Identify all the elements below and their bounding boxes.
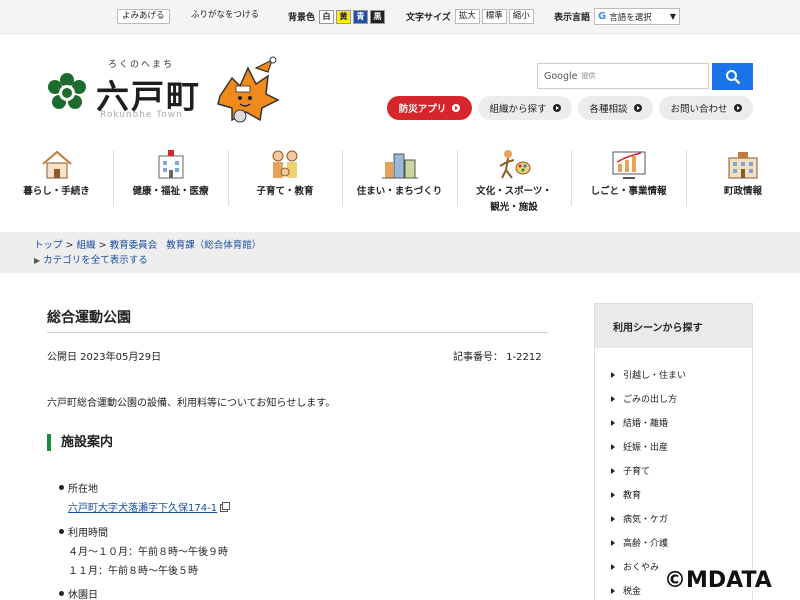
- disaster-app-button[interactable]: 防災アプリ: [387, 96, 472, 120]
- section-heading: 施設案内: [47, 434, 113, 451]
- breadcrumb-dept-link[interactable]: 教育課（総合体育館）: [166, 240, 261, 251]
- scene-search-sidebar: 利用シーンから探す 引越し・住まい ごみの出し方 結婚・離婚 妊娠・出産 子育て…: [594, 303, 753, 600]
- mascot-character-icon: [217, 56, 280, 123]
- breadcrumb-org-link[interactable]: 組織: [77, 240, 96, 251]
- intro-text: 六戸町総合運動公園の設備、利用料等についてお知らせします。: [47, 398, 336, 409]
- arrow-circle-icon: [733, 104, 742, 112]
- town-roman-name: Rokunohe Town: [100, 110, 183, 120]
- search-icon: [725, 69, 740, 84]
- page-title: 総合運動公園: [47, 310, 131, 326]
- sidebar-item-illness[interactable]: 病気・ケガ: [611, 512, 668, 525]
- triangle-right-icon: ▶: [34, 256, 41, 265]
- font-standard-button[interactable]: 標準: [481, 9, 507, 24]
- location-label: 所在地: [68, 484, 98, 495]
- arrow-circle-icon: [633, 104, 642, 112]
- sidebar-item-childcare[interactable]: 子育て: [611, 464, 650, 477]
- bg-color-label: 背景色: [288, 13, 316, 23]
- font-smaller-button[interactable]: 縮小: [508, 9, 534, 24]
- language-label: 表示言語: [554, 13, 591, 23]
- nav-item-childcare[interactable]: 子育て・教育: [228, 146, 342, 214]
- bg-black-button[interactable]: 黒: [370, 9, 386, 24]
- consultation-button[interactable]: 各種相談: [578, 96, 653, 120]
- font-larger-button[interactable]: 拡大: [454, 9, 480, 24]
- sidebar-item-pregnancy[interactable]: 妊娠・出産: [611, 440, 668, 453]
- sidebar-item-garbage[interactable]: ごみの出し方: [611, 392, 677, 405]
- city-icon: [381, 153, 418, 179]
- contact-button[interactable]: お問い合わせ: [659, 96, 753, 120]
- nav-item-town-admin[interactable]: 町政情報: [686, 146, 800, 214]
- town-kana: ろくのへまち: [108, 60, 175, 70]
- sports-icon: [499, 150, 531, 179]
- chevron-down-icon: ▼: [669, 12, 677, 21]
- hours-summer: ４月～１０月：午前８時～午後９時: [68, 547, 228, 558]
- triangle-right-icon: [611, 491, 615, 498]
- show-all-categories-link[interactable]: ▶ カテゴリを全て表示する: [34, 252, 148, 266]
- sidebar-item-education[interactable]: 教育: [611, 488, 641, 501]
- triangle-right-icon: [611, 467, 615, 474]
- external-link-icon: [220, 502, 231, 512]
- triangle-right-icon: [611, 395, 615, 402]
- nav-item-health[interactable]: 健康・福祉・医療: [113, 146, 228, 214]
- list-bullet: [59, 529, 64, 534]
- furigana-button[interactable]: ふりがなをつける: [187, 9, 263, 24]
- closed-days-label: 休園日: [68, 590, 98, 600]
- triangle-right-icon: [611, 443, 615, 450]
- main-navigation: 暮らし・手続き 健康・福祉・医療 子育て・教育 住まい・まちづくり 文化・スポー…: [0, 146, 800, 218]
- town-emblem-icon[interactable]: [46, 72, 88, 114]
- nav-item-culture[interactable]: 文化・スポーツ・ 観光・施設: [457, 146, 571, 214]
- breadcrumb: トップ > 組織 > 教育委員会 教育課（総合体育館） ▶ カテゴリを全て表示す…: [0, 232, 800, 273]
- language-select[interactable]: G 言語を選択 ▼: [594, 8, 681, 25]
- sidebar-item-condolence[interactable]: おくやみ: [611, 560, 659, 573]
- hours-november: １１月：午前８時～午後５時: [68, 566, 198, 577]
- sidebar-item-elderly[interactable]: 高齢・介護: [611, 536, 668, 549]
- location-link[interactable]: 六戸町大字犬落瀬字下久保174-1: [68, 499, 231, 514]
- house-icon: [41, 150, 72, 179]
- hospital-icon: [158, 150, 183, 179]
- sidebar-heading: 利用シーンから探す: [595, 304, 752, 348]
- nav-item-housing[interactable]: 住まい・まちづくり: [342, 146, 457, 214]
- search-button[interactable]: [712, 63, 753, 90]
- article-number: 記事番号： 1-2212: [453, 352, 542, 363]
- publish-date: 公開日 2023年05月29日: [47, 352, 162, 363]
- family-icon: [272, 150, 298, 178]
- google-g-icon: G: [598, 11, 607, 22]
- triangle-right-icon: [611, 539, 615, 546]
- hours-label: 利用時間: [68, 528, 108, 539]
- sidebar-item-tax[interactable]: 税金: [611, 584, 641, 597]
- triangle-right-icon: [611, 371, 615, 378]
- triangle-right-icon: [611, 515, 615, 522]
- sidebar-item-marriage[interactable]: 結婚・離婚: [611, 416, 668, 429]
- bg-blue-button[interactable]: 青: [353, 9, 369, 24]
- triangle-right-icon: [611, 419, 615, 426]
- breadcrumb-top-link[interactable]: トップ: [34, 240, 63, 251]
- utility-bar: よみあげる ふりがなをつける 背景色 白 黄 青 黒 文字サイズ 拡大 標準 縮…: [0, 0, 800, 34]
- chart-icon: [612, 151, 645, 179]
- read-aloud-button[interactable]: よみあげる: [117, 9, 170, 24]
- bg-yellow-button[interactable]: 黄: [336, 9, 352, 24]
- font-size-label: 文字サイズ: [406, 13, 451, 23]
- triangle-right-icon: [611, 563, 615, 570]
- nav-item-business[interactable]: しごと・事業情報: [571, 146, 686, 214]
- triangle-right-icon: [611, 587, 615, 594]
- list-bullet: [59, 591, 64, 596]
- breadcrumb-board-link[interactable]: 教育委員会: [110, 240, 158, 251]
- arrow-circle-icon: [452, 104, 461, 112]
- nav-item-living[interactable]: 暮らし・手続き: [0, 146, 113, 214]
- search-by-org-button[interactable]: 組織から探す: [478, 96, 572, 120]
- list-bullet: [59, 485, 64, 490]
- townhall-icon: [728, 152, 758, 179]
- search-input[interactable]: Google 提供: [537, 63, 709, 89]
- bg-white-button[interactable]: 白: [319, 9, 335, 24]
- copyright-watermark: ©MDATA: [660, 568, 776, 593]
- title-divider: [47, 332, 548, 333]
- sidebar-item-moving[interactable]: 引越し・住まい: [611, 368, 686, 381]
- arrow-circle-icon: [552, 104, 561, 112]
